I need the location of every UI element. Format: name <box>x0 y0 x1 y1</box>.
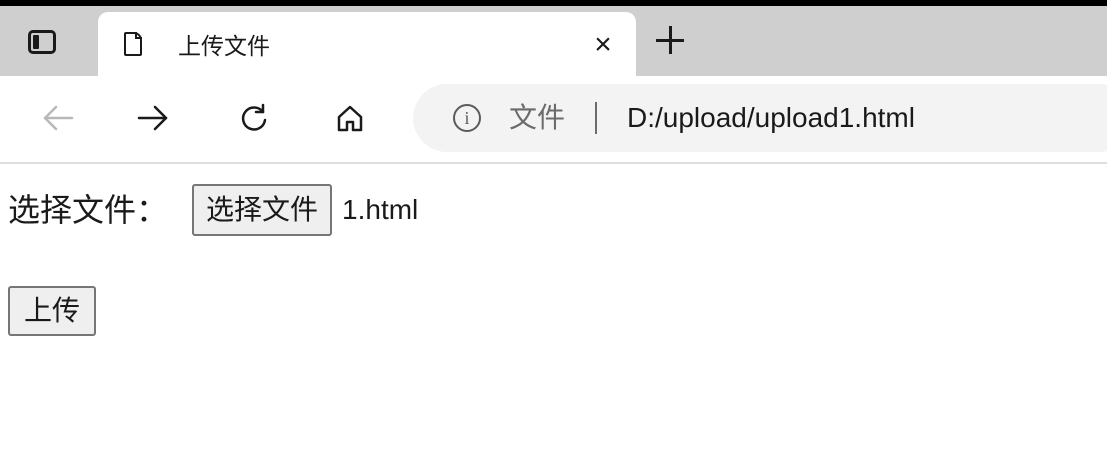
info-icon[interactable]: i <box>453 104 481 132</box>
tab-active[interactable]: 上传文件 × <box>98 12 636 82</box>
url-text[interactable]: D:/upload/upload1.html <box>627 102 915 134</box>
navigation-toolbar: i 文件 D:/upload/upload1.html <box>0 76 1107 164</box>
page-icon <box>124 32 142 56</box>
close-icon[interactable]: × <box>586 28 620 62</box>
file-label: 选择文件： <box>8 192 169 228</box>
address-bar[interactable]: i 文件 D:/upload/upload1.html <box>413 84 1107 152</box>
forward-arrow-icon[interactable] <box>131 96 175 140</box>
plus-icon[interactable] <box>656 26 684 54</box>
scheme-label: 文件 <box>509 102 566 133</box>
tab-title: 上传文件 <box>178 33 270 59</box>
upload-button[interactable]: 上传 <box>8 286 97 336</box>
refresh-icon[interactable] <box>232 96 276 140</box>
home-icon[interactable] <box>328 96 372 140</box>
address-separator <box>595 102 597 134</box>
back-arrow-icon[interactable] <box>36 96 80 140</box>
page-content: 选择文件： 选择文件 1.html 上传 <box>0 164 1107 457</box>
file-input-row: 选择文件： 选择文件 1.html <box>8 184 418 236</box>
chosen-file-name: 1.html <box>342 194 419 225</box>
tab-strip: 上传文件 × <box>0 6 1107 82</box>
choose-file-button[interactable]: 选择文件 <box>192 184 333 236</box>
tab-actions-icon[interactable] <box>28 30 56 54</box>
